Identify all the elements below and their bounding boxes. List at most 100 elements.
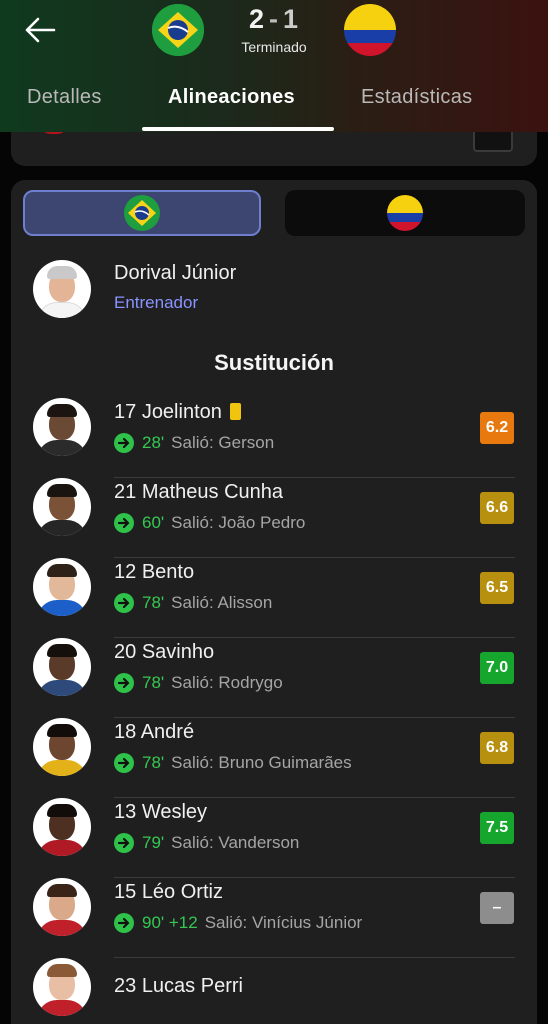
- sub-out-player: Salió: Gerson: [171, 433, 275, 452]
- sub-out-player: Salió: Vinícius Júnior: [204, 913, 363, 932]
- sub-in-arrow-icon: [114, 433, 134, 453]
- player-name-text: Savinho: [141, 641, 215, 663]
- colombia-flag-icon[interactable]: [344, 4, 396, 56]
- tab-bar: Detalles Alineaciones Estadísticas: [0, 80, 548, 132]
- coach-row[interactable]: Dorival Júnior Entrenador: [11, 258, 537, 322]
- player-number: 23: [114, 975, 137, 997]
- sub-out-player: Salió: Vanderson: [171, 833, 300, 852]
- sub-minute: 78': [142, 593, 165, 612]
- player-rating-badge: 6.8: [480, 732, 514, 764]
- player-number: 15: [114, 881, 137, 903]
- yellow-card-icon: [229, 403, 241, 420]
- player-number: 20: [114, 641, 137, 663]
- sub-in-arrow-icon: [114, 833, 134, 853]
- active-tab-indicator: [142, 127, 334, 131]
- player-name-text: Wesley: [141, 801, 208, 823]
- player-name-text: Bento: [141, 561, 195, 583]
- player-avatar: [33, 958, 91, 1016]
- player-number: 17: [114, 401, 137, 423]
- sub-minute: 60': [142, 513, 165, 532]
- tab-estadisticas[interactable]: Estadísticas: [361, 86, 472, 109]
- sub-minute: 78': [142, 753, 165, 772]
- substitution-info: 79' Salió: Vanderson: [114, 833, 299, 853]
- player-name-text: Joelinton: [141, 401, 222, 423]
- substitution-info: 28' Salió: Gerson: [114, 433, 274, 453]
- sub-in-arrow-icon: [114, 753, 134, 773]
- substitution-info: 78' Salió: Bruno Guimarães: [114, 753, 352, 773]
- substitute-row[interactable]: 18 André 78' Salió: Bruno Guimarães 6.8: [11, 718, 537, 798]
- substitution-info: 78' Salió: Rodrygo: [114, 673, 283, 693]
- player-avatar: [33, 718, 91, 776]
- home-team-toggle[interactable]: [23, 190, 261, 236]
- player-number: 18: [114, 721, 137, 743]
- colombia-flag-icon: [387, 195, 423, 231]
- brazil-flag-icon: [124, 195, 160, 231]
- section-title-substitutions: Sustitución: [214, 350, 334, 375]
- sub-out-player: Salió: Rodrygo: [171, 673, 283, 692]
- match-score: 2-1: [230, 4, 318, 35]
- substitution-info: 90' +12 Salió: Vinícius Júnior: [114, 913, 362, 933]
- player-avatar: [33, 638, 91, 696]
- brazil-flag-icon[interactable]: [152, 4, 204, 56]
- player-avatar: [33, 878, 91, 936]
- player-name: 23 Lucas Perri: [114, 975, 243, 998]
- home-score: 2: [248, 4, 265, 34]
- substitution-info: 78' Salió: Alisson: [114, 593, 272, 613]
- player-number: 12: [114, 561, 137, 583]
- player-rating-badge: 7.5: [480, 812, 514, 844]
- player-rating-badge: 7.0: [480, 652, 514, 684]
- sub-in-arrow-icon: [114, 513, 134, 533]
- coach-role: Entrenador: [114, 293, 199, 312]
- tab-detalles[interactable]: Detalles: [27, 86, 102, 109]
- player-rating-badge: 6.5: [480, 572, 514, 604]
- player-avatar: [33, 398, 91, 456]
- sub-minute: 79': [142, 833, 165, 852]
- player-number: 21: [114, 481, 137, 503]
- player-rating-badge: 6.6: [480, 492, 514, 524]
- back-button[interactable]: [20, 12, 60, 48]
- match-status: Terminado: [241, 39, 307, 55]
- substitute-row[interactable]: 17 Joelinton 28' Salió: Gerson 6.2: [11, 398, 537, 478]
- substitute-row[interactable]: 13 Wesley 79' Salió: Vanderson 7.5: [11, 798, 537, 878]
- substitute-row[interactable]: 20 Savinho 78' Salió: Rodrygo 7.0: [11, 638, 537, 718]
- away-score: 1: [283, 4, 300, 34]
- substitute-row[interactable]: 21 Matheus Cunha 60' Salió: João Pedro 6.6: [11, 478, 537, 558]
- player-name-text: André: [140, 721, 195, 743]
- match-header: 2-1 Terminado Detalles Alineaciones Esta…: [0, 0, 548, 132]
- player-name: 18 André: [114, 721, 194, 744]
- sub-out-player: Salió: Bruno Guimarães: [171, 753, 352, 772]
- score-separator: -: [269, 4, 279, 34]
- sub-minute: 90' +12: [142, 913, 198, 932]
- tab-alineaciones[interactable]: Alineaciones: [168, 86, 295, 109]
- player-rating-badge: –: [480, 892, 514, 924]
- sub-minute: 28': [142, 433, 165, 452]
- sub-in-arrow-icon: [114, 673, 134, 693]
- substitute-row[interactable]: 23 Lucas Perri: [11, 958, 537, 1024]
- lineup-card: Dorival Júnior Entrenador Sustitución 17…: [11, 180, 537, 1024]
- player-name: 13 Wesley: [114, 801, 207, 824]
- player-name: 21 Matheus Cunha: [114, 481, 283, 504]
- player-rating-badge: 6.2: [480, 412, 514, 444]
- substitute-row[interactable]: 15 Léo Ortiz 90' +12 Salió: Vinícius Júnio…: [11, 878, 537, 958]
- coach-avatar: [33, 260, 91, 318]
- substitute-row[interactable]: 12 Bento 78' Salió: Alisson 6.5: [11, 558, 537, 638]
- player-name-text: Matheus Cunha: [141, 481, 284, 503]
- sub-minute: 78': [142, 673, 165, 692]
- player-name-text: Léo Ortiz: [141, 881, 223, 903]
- player-avatar: [33, 558, 91, 616]
- sub-in-arrow-icon: [114, 913, 134, 933]
- arrow-left-icon: [25, 17, 56, 43]
- coach-name: Dorival Júnior: [114, 262, 237, 284]
- player-avatar: [33, 478, 91, 536]
- player-avatar: [33, 798, 91, 856]
- substitution-info: 60' Salió: João Pedro: [114, 513, 305, 533]
- player-name: 12 Bento: [114, 561, 194, 584]
- player-name: 15 Léo Ortiz: [114, 881, 223, 904]
- sub-in-arrow-icon: [114, 593, 134, 613]
- player-name: 17 Joelinton: [114, 401, 241, 424]
- player-number: 13: [114, 801, 137, 823]
- player-name-text: Lucas Perri: [141, 975, 243, 997]
- away-team-toggle[interactable]: [285, 190, 525, 236]
- sub-out-player: Salió: João Pedro: [171, 513, 306, 532]
- sub-out-player: Salió: Alisson: [171, 593, 273, 612]
